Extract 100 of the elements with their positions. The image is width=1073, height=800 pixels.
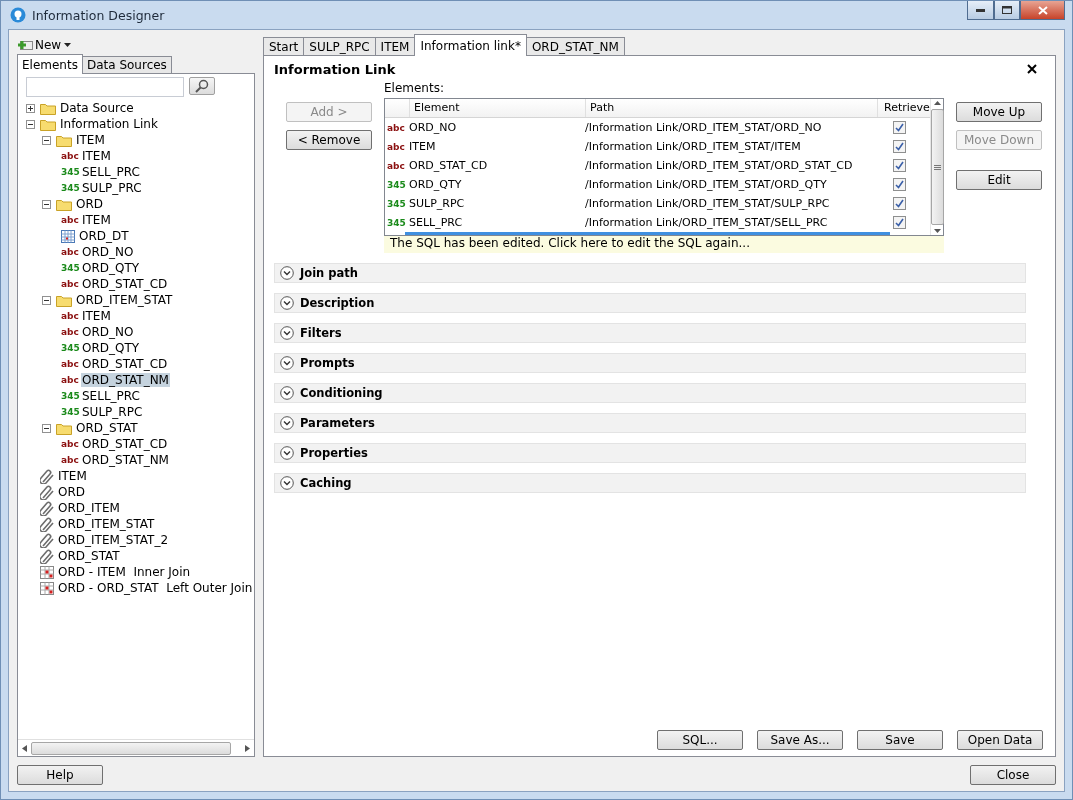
vertical-scrollbar[interactable] <box>929 99 944 235</box>
tree-item[interactable]: SULP_PRC <box>81 181 143 195</box>
expand-icon[interactable] <box>280 356 294 370</box>
document-tab[interactable]: ITEM <box>374 37 416 56</box>
action-button[interactable]: Move Up <box>956 102 1042 122</box>
section-header[interactable]: Parameters <box>274 413 1026 433</box>
tree-item[interactable]: ORD <box>75 197 105 211</box>
expand-icon[interactable] <box>280 326 294 340</box>
tree-item[interactable]: ORD <box>57 485 87 499</box>
collapse-icon[interactable] <box>42 423 51 433</box>
tree-item[interactable]: ITEM <box>75 133 106 147</box>
action-button[interactable]: Save <box>857 730 943 750</box>
action-button[interactable]: Edit <box>956 170 1042 190</box>
section-header[interactable]: Filters <box>274 323 1026 343</box>
tree-item[interactable]: ORD_ITEM_STAT_2 <box>57 533 170 547</box>
new-button[interactable]: New <box>17 36 255 54</box>
retrieve-checkbox[interactable] <box>893 178 906 191</box>
scroll-up-icon[interactable] <box>933 101 941 105</box>
tree-item[interactable]: ORD_ITEM <box>57 501 121 515</box>
scroll-down-icon[interactable] <box>933 229 941 233</box>
tree-item[interactable]: Data Source <box>59 101 135 115</box>
section-header[interactable]: Conditioning <box>274 383 1026 403</box>
panel-tab[interactable]: Data Sources <box>81 56 172 74</box>
tree-item[interactable]: ITEM <box>81 213 112 227</box>
search-button[interactable] <box>189 77 215 95</box>
tree-item[interactable]: ORD_STAT_NM <box>81 453 170 467</box>
retrieve-checkbox[interactable] <box>893 197 906 210</box>
section-title: Filters <box>300 326 342 340</box>
elements-label: Elements: <box>384 81 445 97</box>
action-button[interactable]: Open Data <box>957 730 1043 750</box>
sql-edited-notice[interactable]: The SQL has been edited. Click here to edit the SQL again... <box>384 236 944 253</box>
expand-icon[interactable] <box>26 103 35 113</box>
scroll-left-icon[interactable] <box>22 744 27 752</box>
tree-item[interactable]: ORD_STAT <box>75 421 139 435</box>
retrieve-checkbox[interactable] <box>893 121 906 134</box>
tree-item[interactable]: ORD - ITEM Inner Join <box>57 565 192 579</box>
data-type-icon: 345 <box>61 263 78 273</box>
table-cell-text: ORD_QTY <box>409 178 463 191</box>
tree-item[interactable]: SELL_PRC <box>81 165 141 179</box>
document-tab[interactable]: SULP_RPC <box>303 37 376 56</box>
document-tab[interactable]: Information link* <box>414 34 527 56</box>
panel-tab[interactable]: Elements <box>17 54 83 74</box>
retrieve-checkbox[interactable] <box>893 140 906 153</box>
tree-item[interactable]: ORD - ORD_STAT Left Outer Join <box>57 581 254 595</box>
collapse-icon[interactable] <box>42 199 51 209</box>
minimize-button[interactable] <box>967 1 994 20</box>
expand-icon[interactable] <box>280 476 294 490</box>
tree-item[interactable]: ORD_STAT_CD <box>81 437 169 451</box>
tree-item[interactable]: ITEM <box>81 149 112 163</box>
action-button[interactable]: SQL... <box>657 730 743 750</box>
section-header[interactable]: Description <box>274 293 1026 313</box>
action-button[interactable]: < Remove <box>286 130 372 150</box>
collapse-icon[interactable] <box>42 295 51 305</box>
tree-item[interactable]: ORD_STAT <box>57 549 121 563</box>
paperclip-icon <box>40 516 54 532</box>
paperclip-icon <box>40 500 54 516</box>
column-header[interactable]: Path <box>585 99 877 117</box>
tree-item[interactable]: ORD_DT <box>78 229 130 243</box>
tree-item[interactable]: ORD_NO <box>81 325 135 339</box>
maximize-button[interactable] <box>994 1 1020 20</box>
section-header[interactable]: Properties <box>274 443 1026 463</box>
collapse-icon[interactable] <box>26 119 35 129</box>
close-button[interactable]: Close <box>970 765 1056 785</box>
help-button[interactable]: Help <box>17 765 103 785</box>
section-header[interactable]: Prompts <box>274 353 1026 373</box>
tree-item[interactable]: SULP_RPC <box>81 405 144 419</box>
expand-icon[interactable] <box>280 386 294 400</box>
tree-item[interactable]: ORD_STAT_CD <box>81 357 169 371</box>
data-type-icon: abc <box>385 141 409 152</box>
tree-item[interactable]: ORD_ITEM_STAT <box>75 293 174 307</box>
tree-item[interactable]: ORD_STAT_NM <box>81 373 170 387</box>
tree-item[interactable]: SELL_PRC <box>81 389 141 403</box>
retrieve-checkbox[interactable] <box>893 159 906 172</box>
column-header[interactable]: Retrieve <box>877 99 930 117</box>
tree-item[interactable]: ORD_NO <box>81 245 135 259</box>
tree-item[interactable]: ORD_QTY <box>81 261 141 275</box>
scroll-right-icon[interactable] <box>245 744 250 752</box>
table-cell-text: /Information Link/ORD_ITEM_STAT/ORD_NO <box>585 121 823 134</box>
tree-item[interactable]: ORD_QTY <box>81 341 141 355</box>
section-title: Prompts <box>300 356 355 370</box>
section-header[interactable]: Caching <box>274 473 1026 493</box>
collapse-icon[interactable] <box>42 135 51 145</box>
expand-icon[interactable] <box>280 296 294 310</box>
expand-icon[interactable] <box>280 416 294 430</box>
search-field[interactable] <box>26 77 184 97</box>
horizontal-scrollbar[interactable] <box>18 739 254 756</box>
action-button[interactable]: Save As... <box>757 730 843 750</box>
expand-icon[interactable] <box>280 446 294 460</box>
tree-item[interactable]: ITEM <box>57 469 88 483</box>
document-tab[interactable]: Start <box>263 37 305 56</box>
tree-item[interactable]: ORD_STAT_CD <box>81 277 169 291</box>
tree-item[interactable]: ITEM <box>81 309 112 323</box>
tree-item[interactable]: ORD_ITEM_STAT <box>57 517 156 531</box>
document-tab[interactable]: ORD_STAT_NM <box>525 37 625 56</box>
section-header[interactable]: Join path <box>274 263 1026 283</box>
retrieve-checkbox[interactable] <box>893 216 906 229</box>
data-type-icon: 345 <box>385 198 409 209</box>
tree-item[interactable]: Information Link <box>59 117 159 131</box>
column-header[interactable]: Element <box>409 99 585 117</box>
expand-icon[interactable] <box>280 266 294 280</box>
